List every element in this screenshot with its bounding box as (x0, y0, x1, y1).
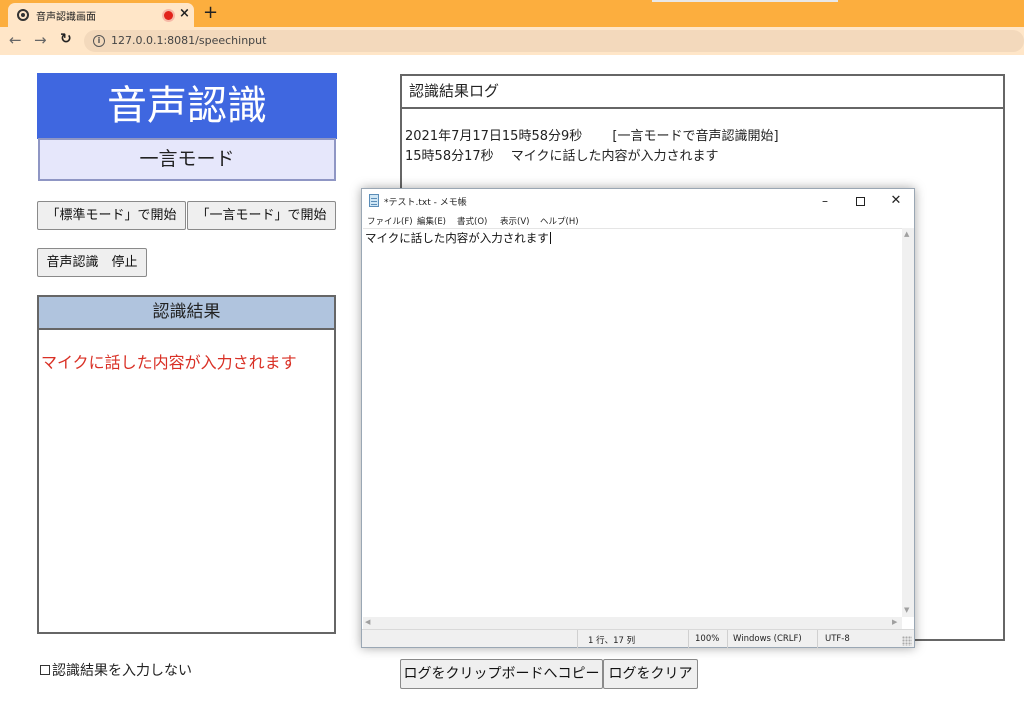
status-cursor-position: 1 行、17 列 (588, 636, 636, 646)
scroll-right-icon[interactable]: ▶ (892, 618, 897, 626)
back-arrow-icon[interactable]: ← (9, 31, 22, 49)
menu-help[interactable]: ヘルプ(H) (540, 215, 579, 227)
notepad-window: *テスト.txt - メモ帳 – ✕ ファイル(F) 編集(E) 書式(O) 表… (361, 188, 915, 648)
status-divider (577, 630, 578, 648)
copy-log-button[interactable]: ログをクリップボードへコピー (400, 659, 603, 689)
notepad-text-area[interactable]: マイクに話した内容が入力されます (363, 228, 902, 617)
resize-grip-icon[interactable] (902, 636, 912, 646)
mode-label: 一言モード (38, 138, 336, 181)
app-title: 音声認識 (37, 73, 337, 139)
checkbox-icon[interactable] (40, 665, 50, 675)
close-icon[interactable]: ✕ (881, 192, 911, 210)
reload-icon[interactable]: ↻ (60, 31, 72, 47)
notepad-statusbar: 1 行、17 列 100% Windows (CRLF) UTF-8 (362, 629, 914, 648)
horizontal-scrollbar[interactable]: ◀ ▶ (363, 617, 902, 629)
scroll-down-icon[interactable]: ▼ (904, 606, 909, 614)
recording-indicator-icon (164, 11, 173, 20)
result-text: マイクに話した内容が入力されます (41, 353, 297, 372)
browser-tabstrip: 音声認識画面 × + (0, 0, 1024, 27)
clear-log-button[interactable]: ログをクリア (603, 659, 698, 689)
stop-recognition-button[interactable]: 音声認識 停止 (37, 248, 147, 277)
log-line: 2021年7月17日15時58分9秒 [一言モードで音声認識開始] (405, 129, 779, 144)
menu-edit[interactable]: 編集(E) (417, 215, 446, 227)
scroll-left-icon[interactable]: ◀ (365, 618, 370, 626)
notepad-title: *テスト.txt - メモ帳 (384, 198, 467, 208)
address-bar[interactable]: i 127.0.0.1:8081/speechinput (84, 30, 1024, 52)
status-divider (688, 630, 689, 648)
forward-arrow-icon[interactable]: → (34, 31, 47, 49)
notepad-titlebar[interactable]: *テスト.txt - メモ帳 – ✕ (362, 189, 914, 213)
maximize-icon[interactable] (845, 192, 875, 210)
new-tab-button[interactable]: + (203, 2, 218, 23)
status-encoding: UTF-8 (825, 634, 850, 644)
notepad-content-text: マイクに話した内容が入力されます (365, 231, 549, 245)
status-line-ending: Windows (CRLF) (733, 634, 802, 644)
minimize-icon[interactable]: – (810, 192, 840, 210)
info-icon[interactable]: i (93, 35, 105, 47)
status-zoom: 100% (695, 634, 720, 644)
browser-tab[interactable]: 音声認識画面 × (8, 3, 194, 27)
result-panel-header: 認識結果 (39, 297, 334, 330)
menu-view[interactable]: 表示(V) (500, 215, 529, 227)
no-input-checkbox[interactable]: 認識結果を入力しない (40, 660, 192, 680)
menu-file[interactable]: ファイル(F) (367, 215, 413, 227)
tab-title: 音声認識画面 (36, 12, 96, 23)
log-line: 15時58分17秒 マイクに話した内容が入力されます (405, 149, 719, 164)
url-text[interactable]: 127.0.0.1:8081/speechinput (111, 34, 266, 47)
globe-icon (17, 9, 29, 21)
status-divider (727, 630, 728, 648)
notepad-app-icon (369, 194, 379, 207)
status-divider (817, 630, 818, 648)
notepad-content[interactable]: マイクに話した内容が入力されます (365, 230, 551, 246)
log-panel-header: 認識結果ログ (400, 74, 1005, 109)
result-panel: 認識結果 マイクに話した内容が入力されます (37, 295, 336, 634)
scroll-up-icon[interactable]: ▲ (904, 230, 909, 238)
start-standard-mode-button[interactable]: 「標準モード」で開始 (37, 201, 186, 230)
no-input-checkbox-label: 認識結果を入力しない (52, 663, 192, 679)
start-one-word-mode-button[interactable]: 「一言モード」で開始 (187, 201, 336, 230)
tabstrip-edge (652, 0, 838, 2)
browser-toolbar: ← → ↻ i 127.0.0.1:8081/speechinput (0, 27, 1024, 55)
menu-format[interactable]: 書式(O) (457, 215, 487, 227)
vertical-scrollbar[interactable]: ▲ ▼ (902, 228, 914, 617)
notepad-menubar: ファイル(F) 編集(E) 書式(O) 表示(V) ヘルプ(H) (362, 213, 914, 228)
text-caret (549, 232, 551, 244)
tab-close-icon[interactable]: × (179, 6, 190, 21)
